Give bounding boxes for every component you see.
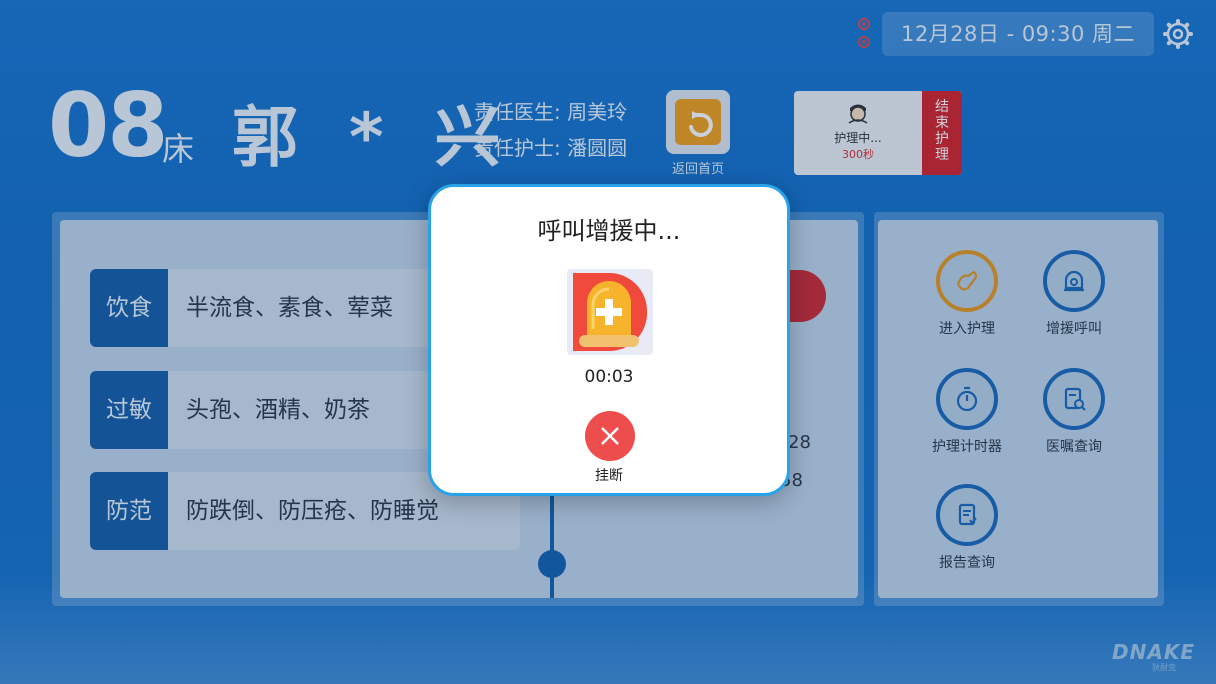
close-icon [601, 427, 619, 445]
hangup-button[interactable] [585, 411, 635, 461]
hangup-label: 挂断 [595, 468, 623, 484]
dialog-title: 呼叫增援中... [537, 217, 681, 245]
call-duration: 00:03 [584, 367, 634, 387]
emergency-light-icon [567, 269, 653, 355]
reinforcement-call-dialog: 呼叫增援中... 00:03 挂断 [428, 184, 790, 496]
